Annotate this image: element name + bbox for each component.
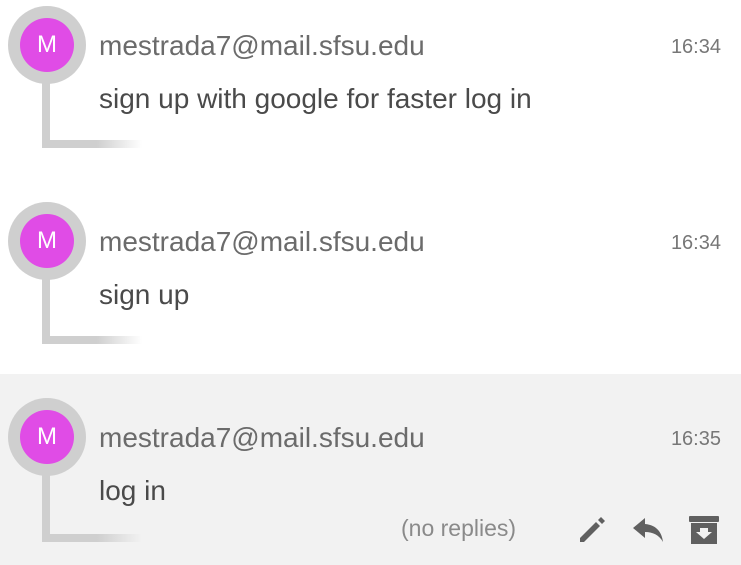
thread-connector-vertical (42, 82, 50, 148)
message-time: 16:34 (670, 232, 721, 254)
message-item[interactable]: M mestrada7@mail.sfsu.edu 16:34 sign up (0, 196, 741, 392)
avatar-ring: M (8, 202, 86, 280)
message-body: sign up (99, 279, 190, 310)
avatar: M (20, 410, 74, 464)
message-body: log in (99, 475, 166, 506)
thread-connector-horizontal (42, 140, 142, 148)
message-time: 16:34 (670, 36, 721, 58)
message-time: 16:35 (670, 428, 721, 450)
pencil-icon (580, 517, 605, 542)
message-body: sign up with google for faster log in (99, 83, 532, 114)
reply-arrow-icon (633, 518, 663, 542)
message-item-selected[interactable]: M mestrada7@mail.sfsu.edu 16:35 log in (… (0, 374, 741, 565)
avatar: M (20, 18, 74, 72)
avatar: M (20, 214, 74, 268)
message-thread: M mestrada7@mail.sfsu.edu 16:34 sign up … (0, 0, 741, 565)
archive-box-icon (689, 516, 719, 544)
thread-connector-vertical (42, 278, 50, 344)
sender-email: mestrada7@mail.sfsu.edu (99, 422, 425, 453)
avatar-ring: M (8, 398, 86, 476)
replies-count[interactable]: (no replies) (401, 515, 516, 542)
thread-connector-horizontal (42, 336, 142, 344)
edit-button[interactable] (574, 512, 610, 548)
avatar-ring: M (8, 6, 86, 84)
sender-email: mestrada7@mail.sfsu.edu (99, 226, 425, 257)
message-item[interactable]: M mestrada7@mail.sfsu.edu 16:34 sign up … (0, 0, 741, 196)
thread-connector-vertical (42, 474, 50, 542)
reply-button[interactable] (631, 512, 667, 548)
sender-email: mestrada7@mail.sfsu.edu (99, 30, 425, 61)
archive-button[interactable] (686, 512, 722, 548)
thread-connector-horizontal (42, 534, 142, 542)
